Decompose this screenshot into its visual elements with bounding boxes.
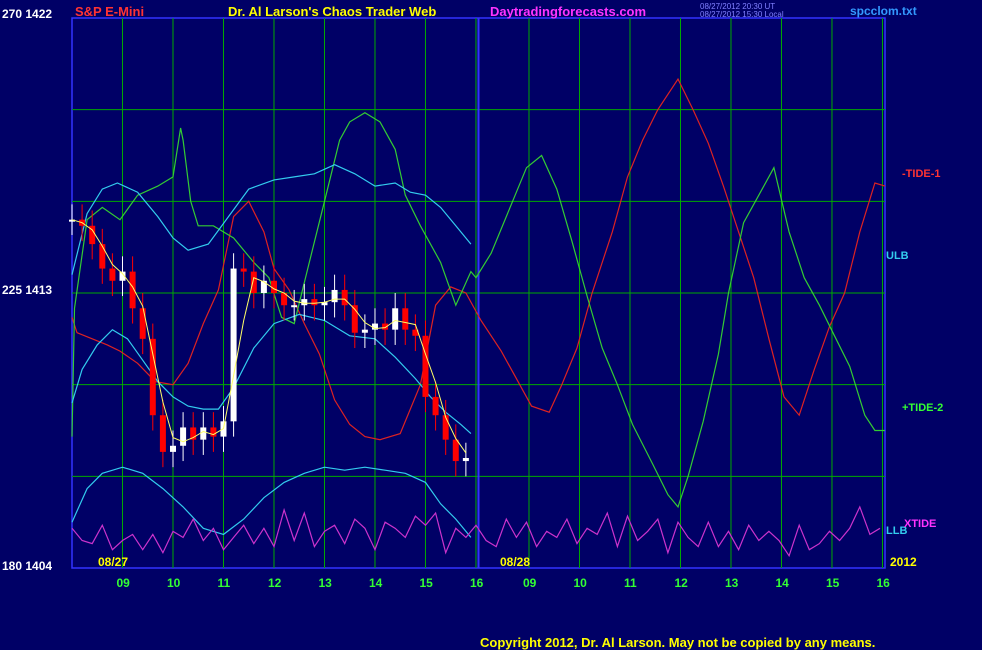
price-bar (240, 268, 247, 272)
price-bar (311, 299, 318, 306)
price-bar (250, 271, 257, 293)
price-bar (180, 427, 187, 446)
x-tick-label: 09 (523, 576, 537, 590)
price-bar (139, 308, 146, 339)
label-tide1: -TIDE-1 (902, 168, 941, 180)
date-second: 08/28 (500, 555, 531, 569)
price-bar (169, 445, 176, 452)
data-file-label: spcclom.txt (850, 4, 917, 18)
price-bar (442, 415, 449, 440)
chart-title: Dr. Al Larson's Chaos Trader Web (228, 4, 437, 19)
price-bar (402, 308, 409, 330)
x-tick-label: 14 (775, 576, 789, 590)
x-tick-label: 11 (217, 576, 230, 590)
price-bar (392, 308, 399, 330)
price-bar (149, 338, 156, 416)
x-tick-label: 11 (624, 576, 637, 590)
price-bar (462, 458, 469, 462)
price-bar (109, 268, 116, 281)
series-ulb-lower-band (71, 466, 472, 538)
chart-area: 09 10 11 12 13 14 15 16 09 10 11 12 13 14 15 16 (69, 17, 890, 590)
x-tick-label: 12 (674, 576, 688, 590)
timestamp-local: 08/27/2012 15:30 Local (700, 10, 784, 19)
x-tick-label: 09 (116, 576, 130, 590)
label-xtide: XTIDE (904, 518, 937, 530)
x-tick-label: 15 (826, 576, 840, 590)
label-tide2: +TIDE-2 (902, 402, 944, 414)
price-bar (422, 335, 429, 397)
site-link[interactable]: Daytradingforecasts.com (490, 4, 646, 19)
x-tick-label: 13 (725, 576, 739, 590)
price-bar (210, 427, 217, 437)
price-bar (230, 268, 237, 422)
series-llb (71, 313, 472, 435)
x-tick-label: 14 (369, 576, 383, 590)
price-bar (99, 244, 106, 269)
year-label: 2012 (890, 555, 917, 569)
price-bar (341, 289, 348, 306)
y-label-mid: 225 1413 (2, 283, 53, 297)
x-tick-label: 10 (573, 576, 587, 590)
price-bar (361, 329, 368, 333)
y-label-bottom: 180 1404 (2, 559, 53, 573)
symbol-label: S&P E-Mini (75, 4, 145, 19)
label-ulb: ULB (886, 250, 909, 262)
price-bar (260, 280, 267, 293)
x-tick-label: 12 (268, 576, 282, 590)
price-bar (301, 299, 308, 306)
copyright-notice: Copyright 2012, Dr. Al Larson. May not b… (480, 635, 876, 650)
price-bar (432, 396, 439, 416)
price-bar (159, 415, 166, 452)
price-bar (200, 427, 207, 440)
x-tick-label: 13 (318, 576, 332, 590)
x-tick-label: 10 (167, 576, 181, 590)
x-tick-label: 16 (470, 576, 484, 590)
x-tick-label: 16 (876, 576, 890, 590)
price-bar (291, 305, 298, 308)
x-tick-label: 15 (419, 576, 433, 590)
y-label-top: 270 1422 (2, 7, 53, 21)
date-start: 08/27 (98, 555, 129, 569)
price-bar (331, 289, 338, 303)
price-bar (452, 439, 459, 462)
